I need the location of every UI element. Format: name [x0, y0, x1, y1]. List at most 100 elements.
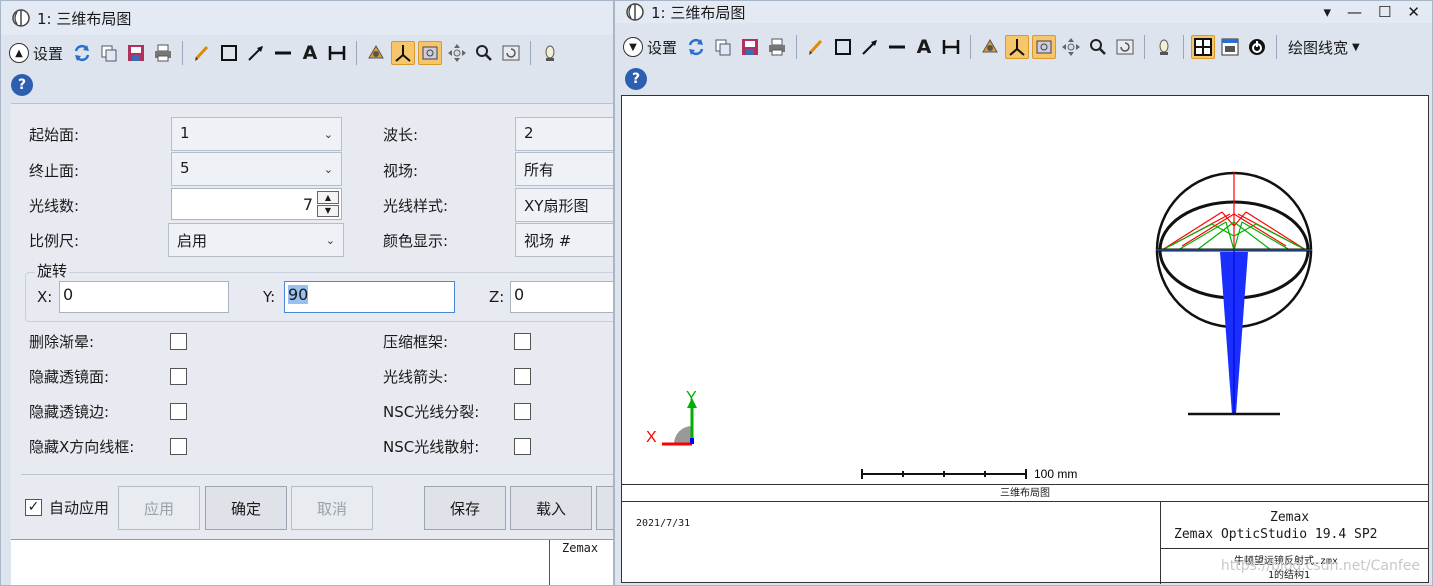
spin-down-icon[interactable]: ▼ — [317, 204, 339, 217]
maximize-icon[interactable]: ☐ — [1378, 3, 1391, 21]
dropdown-arrow-icon: ▼ — [1352, 41, 1360, 53]
refresh-icon[interactable] — [684, 35, 708, 59]
axes-icon[interactable] — [391, 41, 416, 65]
ray-pattern-select[interactable]: XY扇形图 — [515, 188, 613, 222]
color-by-select[interactable]: 视场 # — [515, 223, 613, 257]
nsc-scatter-checkbox[interactable] — [514, 438, 531, 455]
color-by-label: 颜色显示: — [383, 232, 449, 250]
field-value: 所有 — [524, 161, 555, 179]
rectangle-icon[interactable] — [217, 41, 241, 65]
line-width-dropdown[interactable]: 绘图线宽 ▼ — [1288, 37, 1364, 58]
help-icon[interactable]: ? — [625, 68, 647, 90]
refresh-view-icon[interactable] — [418, 41, 443, 65]
plot-company: Zemax — [1270, 510, 1310, 525]
load-button[interactable]: 载入 — [510, 486, 592, 530]
scale-label: 比例尺: — [29, 232, 80, 250]
refresh-icon[interactable] — [70, 41, 94, 65]
apply-button[interactable]: 应用 — [118, 486, 200, 530]
text-icon[interactable]: A — [912, 35, 936, 59]
rotation-title: 旋转 — [35, 260, 70, 281]
hide-lens-faces-label: 隐藏透镜面: — [29, 368, 110, 386]
rectangle-icon[interactable] — [831, 35, 855, 59]
dropdown-arrow-icon[interactable]: ▾ — [1323, 3, 1331, 21]
rotation-z-input[interactable]: 0 — [510, 281, 613, 313]
hide-lens-faces-checkbox[interactable] — [170, 368, 187, 385]
close-icon[interactable]: ✕ — [1407, 3, 1420, 21]
ray-arrows-label: 光线箭头: — [383, 368, 449, 386]
line-icon[interactable] — [271, 41, 295, 65]
power-icon[interactable] — [1245, 35, 1269, 59]
num-rays-value: 7 — [302, 195, 313, 214]
nsc-split-checkbox[interactable] — [514, 403, 531, 420]
dimension-icon[interactable] — [939, 35, 963, 59]
help-row: ? — [615, 65, 1432, 93]
spinner-buttons[interactable]: ▲ ▼ — [317, 191, 339, 217]
rotation-x-input[interactable]: 0 — [59, 281, 229, 313]
print-icon[interactable] — [765, 35, 789, 59]
reset-view-icon[interactable] — [1113, 35, 1137, 59]
field-select[interactable]: 所有 — [515, 152, 613, 186]
pan-icon[interactable] — [1059, 35, 1083, 59]
save-button[interactable]: 保存 — [424, 486, 506, 530]
arrow-line-icon[interactable] — [858, 35, 882, 59]
rotate-view-icon[interactable] — [364, 41, 388, 65]
lamp-icon[interactable] — [538, 41, 562, 65]
rotate-view-icon[interactable] — [978, 35, 1002, 59]
save-image-icon[interactable] — [124, 41, 148, 65]
help-icon[interactable]: ? — [11, 74, 33, 96]
x-axis-label: X — [646, 429, 657, 446]
wavelength-select[interactable]: 2 — [515, 117, 613, 151]
reset-view-icon[interactable] — [499, 41, 523, 65]
more-button[interactable] — [596, 486, 613, 530]
grid-layout-icon[interactable] — [1191, 35, 1216, 59]
delete-vignetted-checkbox[interactable] — [170, 333, 187, 350]
dimension-icon[interactable] — [325, 41, 349, 65]
ok-button[interactable]: 确定 — [205, 486, 287, 530]
app-lens-icon — [12, 9, 30, 27]
end-surface-select[interactable]: 5 ⌄ — [171, 152, 342, 186]
lamp-icon[interactable] — [1152, 35, 1176, 59]
pencil-icon[interactable] — [190, 41, 214, 65]
pan-icon[interactable] — [445, 41, 469, 65]
axes-icon[interactable] — [1005, 35, 1030, 59]
chevron-up-icon: ▲ — [9, 43, 29, 63]
arrow-line-icon[interactable] — [244, 41, 268, 65]
auto-apply-checkbox[interactable]: ✓ — [25, 499, 42, 516]
copy-icon[interactable] — [97, 41, 121, 65]
num-rays-spinner[interactable]: 7 ▲ ▼ — [171, 188, 342, 220]
settings-button[interactable]: ▲ 设置 — [9, 43, 67, 64]
auto-apply-label: 自动应用 — [49, 499, 110, 517]
rotation-y-value: 90 — [288, 285, 309, 304]
settings-button[interactable]: ▼ 设置 — [623, 37, 681, 58]
toolbar: ▲ 设置 A — [1, 35, 613, 71]
zoom-icon[interactable] — [1086, 35, 1110, 59]
pencil-icon[interactable] — [804, 35, 828, 59]
start-surface-select[interactable]: 1 ⌄ — [171, 117, 342, 151]
minimize-icon[interactable]: — — [1347, 3, 1362, 21]
text-icon[interactable]: A — [298, 41, 322, 65]
window-title: 1: 三维布局图 — [37, 9, 132, 28]
toolbar-separator — [1276, 35, 1278, 59]
cancel-button[interactable]: 取消 — [291, 486, 373, 530]
copy-icon[interactable] — [711, 35, 735, 59]
zoom-icon[interactable] — [472, 41, 496, 65]
suppress-frame-checkbox[interactable] — [514, 333, 531, 350]
save-image-icon[interactable] — [738, 35, 762, 59]
spin-up-icon[interactable]: ▲ — [317, 191, 339, 204]
hide-lens-edges-checkbox[interactable] — [170, 403, 187, 420]
window-tile-icon[interactable] — [1218, 35, 1242, 59]
hide-x-bars-checkbox[interactable] — [170, 438, 187, 455]
refresh-view-icon[interactable] — [1032, 35, 1057, 59]
layout-plot[interactable]: Y X 100 mm 三维布局图 2021/7/31 Zemax Zemax O… — [621, 95, 1429, 584]
scale-select[interactable]: 启用 ⌄ — [168, 223, 344, 257]
app-lens-icon — [626, 3, 644, 21]
rotation-y-input[interactable]: 90 — [284, 281, 455, 313]
print-icon[interactable] — [151, 41, 175, 65]
settings-label: 设置 — [33, 44, 64, 63]
ray-arrows-checkbox[interactable] — [514, 368, 531, 385]
line-width-label: 绘图线宽 — [1288, 38, 1349, 57]
plot-date: 2021/7/31 — [636, 518, 691, 529]
line-icon[interactable] — [885, 35, 909, 59]
num-rays-label: 光线数: — [29, 197, 80, 215]
wavelength-value: 2 — [524, 124, 534, 142]
